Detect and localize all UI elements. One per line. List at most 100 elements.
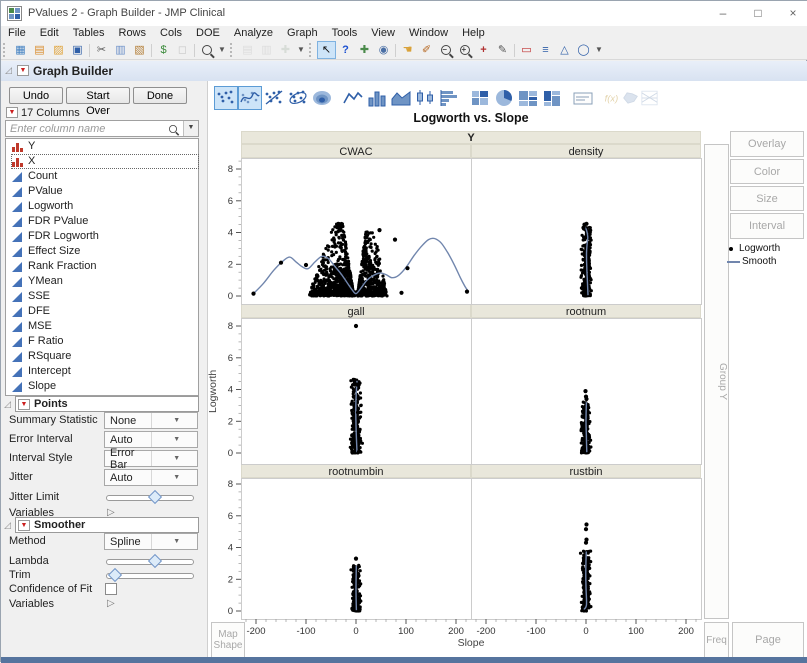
maximize-button[interactable]: □	[741, 1, 775, 26]
globe-icon[interactable]: ◉	[374, 41, 393, 59]
column-item-rank-fraction[interactable]: Rank Fraction	[11, 259, 199, 274]
column-item-count[interactable]: Count	[11, 169, 199, 184]
menu-cols[interactable]: Cols	[153, 26, 189, 41]
column-item-fdr-pvalue[interactable]: FDR PValue	[11, 214, 199, 229]
save-journal-icon[interactable]: ▤	[238, 41, 257, 59]
column-item-dfe[interactable]: DFE	[11, 304, 199, 319]
column-item-pvalue[interactable]: PValue	[11, 184, 199, 199]
column-item-ymean[interactable]: YMean	[11, 274, 199, 289]
size-dropzone[interactable]: Size	[730, 186, 804, 211]
smoother-red-triangle-icon[interactable]: ▼	[18, 520, 30, 531]
save-icon[interactable]: ▣	[68, 41, 87, 59]
undo-button[interactable]: Undo	[9, 87, 63, 104]
red-triangle-menu-icon[interactable]: ▼	[17, 65, 29, 76]
column-search-input[interactable]	[6, 123, 168, 135]
points-jitter-select[interactable]: Auto▼	[104, 469, 198, 486]
minimize-button[interactable]: –	[706, 1, 740, 26]
add-to-journal-icon[interactable]: ✚	[276, 41, 295, 59]
annotate-shape-icon[interactable]: △	[555, 41, 574, 59]
color-dropzone[interactable]: Color	[730, 159, 804, 184]
column-item-logworth[interactable]: Logworth	[11, 199, 199, 214]
annotate-lines-icon[interactable]: ≡	[536, 41, 555, 59]
zoom-out-icon[interactable]: –	[436, 41, 455, 59]
excel-import-icon[interactable]: $	[154, 41, 173, 59]
help-icon[interactable]: ?	[336, 41, 355, 59]
line-of-fit-element-icon[interactable]	[262, 86, 286, 110]
start-over-button[interactable]: Start Over	[66, 87, 130, 104]
menu-rows[interactable]: Rows	[112, 26, 154, 41]
menu-graph[interactable]: Graph	[280, 26, 325, 41]
copy-icon[interactable]: ▥	[111, 41, 130, 59]
crosshair-icon[interactable]: ✚	[355, 41, 374, 59]
column-item-intercept[interactable]: Intercept	[11, 364, 199, 379]
contour-element-icon[interactable]	[310, 86, 334, 110]
box-plot-element-icon[interactable]	[413, 86, 437, 110]
more-icon[interactable]: ▼	[216, 41, 228, 59]
smoother-element-icon[interactable]	[238, 86, 262, 110]
hand-icon[interactable]: ☚	[398, 41, 417, 59]
freq-dropzone[interactable]: Freq	[704, 622, 729, 658]
histogram-element-icon[interactable]	[437, 86, 461, 110]
ellipse-element-icon[interactable]	[286, 86, 310, 110]
annotate-text-icon[interactable]: ▭	[517, 41, 536, 59]
bar-element-icon[interactable]	[365, 86, 389, 110]
search-icon[interactable]	[197, 41, 216, 59]
smoother-outline-icon[interactable]: ◿	[4, 520, 11, 531]
copy-report-icon[interactable]: ▥	[257, 41, 276, 59]
menu-tools[interactable]: Tools	[325, 26, 365, 41]
done-button[interactable]: Done	[133, 87, 187, 104]
points-jitter-limit-slider[interactable]	[106, 495, 194, 501]
column-item-mse[interactable]: MSE	[11, 319, 199, 334]
plot-canvas[interactable]: 024680246802468-200-1000100200-200-10001…	[211, 127, 709, 657]
points-element-icon[interactable]	[214, 86, 238, 110]
pie-element-icon[interactable]	[492, 86, 516, 110]
paste-icon[interactable]: ▧	[130, 41, 149, 59]
treemap-element-icon[interactable]	[516, 86, 540, 110]
menu-view[interactable]: View	[364, 26, 402, 41]
heatmap-element-icon[interactable]	[468, 86, 492, 110]
caption-box-element-icon[interactable]	[571, 86, 595, 110]
cut-icon[interactable]: ✂	[92, 41, 111, 59]
pencil-icon[interactable]: ✎	[493, 41, 512, 59]
smoother-variables-disclosure-icon[interactable]: ▷	[107, 598, 115, 609]
legend-item-logworth[interactable]: Logworth	[727, 242, 805, 255]
more-icon[interactable]: ▼	[295, 41, 307, 59]
zoom-in-icon[interactable]: +	[455, 41, 474, 59]
legend-item-smooth[interactable]: Smooth	[727, 255, 805, 268]
formula-element-icon[interactable]: f(x)	[602, 86, 621, 110]
page-dropzone[interactable]: Page	[732, 622, 804, 658]
menu-edit[interactable]: Edit	[33, 26, 66, 41]
close-button[interactable]: ×	[776, 1, 807, 26]
column-item-sse[interactable]: SSE	[11, 289, 199, 304]
menu-help[interactable]: Help	[455, 26, 492, 41]
menu-file[interactable]: File	[1, 26, 33, 41]
smoother-method-select[interactable]: Spline▼	[104, 533, 198, 550]
smoother-lambda-slider[interactable]	[106, 559, 194, 565]
journal-icon[interactable]: ▤	[30, 41, 49, 59]
column-item-x[interactable]: X	[11, 154, 199, 169]
column-item-y[interactable]: Y	[11, 139, 199, 154]
plus-icon[interactable]: +	[474, 41, 493, 59]
column-item-slope[interactable]: Slope	[11, 379, 199, 394]
column-item-fdr-logworth[interactable]: FDR Logworth	[11, 229, 199, 244]
brush-icon[interactable]: ✐	[417, 41, 436, 59]
smoother-confidence-of-fit-checkbox[interactable]	[105, 583, 117, 595]
group-y-dropzone[interactable]: Group Y	[704, 144, 729, 619]
overlay-dropzone[interactable]: Overlay	[730, 131, 804, 157]
points-error-interval-select[interactable]: Auto▼	[104, 431, 198, 448]
points-summary-statistic-select[interactable]: None▼	[104, 412, 198, 429]
line-element-icon[interactable]	[341, 86, 365, 110]
parallel-plot-element-icon[interactable]	[640, 86, 659, 110]
menu-doe[interactable]: DOE	[189, 26, 227, 41]
menu-analyze[interactable]: Analyze	[227, 26, 280, 41]
open-icon[interactable]: ▨	[49, 41, 68, 59]
menu-tables[interactable]: Tables	[66, 26, 112, 41]
column-item-f-ratio[interactable]: F Ratio	[11, 334, 199, 349]
more-icon[interactable]: ▼	[593, 41, 605, 59]
smoother-trim-slider[interactable]	[106, 573, 194, 579]
lock-icon[interactable]: ◻	[173, 41, 192, 59]
columns-red-triangle-icon[interactable]: ▼	[6, 107, 18, 118]
column-item-effect-size[interactable]: Effect Size	[11, 244, 199, 259]
points-red-triangle-icon[interactable]: ▼	[18, 399, 30, 410]
column-item-rsquare[interactable]: RSquare	[11, 349, 199, 364]
